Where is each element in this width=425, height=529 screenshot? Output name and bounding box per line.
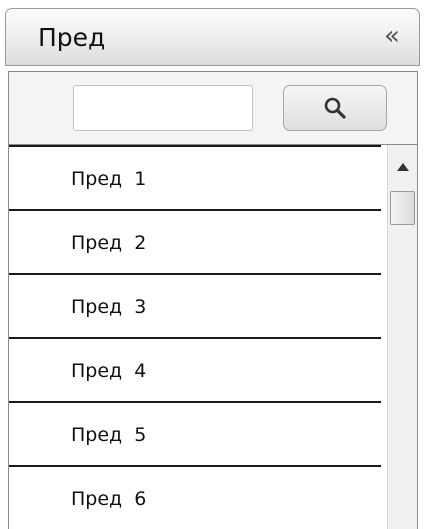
vertical-scrollbar[interactable] (387, 145, 417, 529)
side-panel: Пред « Пред 1 Пред 2 Пред 3 Пред 4 Пред … (0, 0, 425, 529)
list-item[interactable]: Пред 4 (9, 337, 381, 401)
list-item[interactable]: Пред 3 (9, 273, 381, 337)
scroll-thumb[interactable] (390, 191, 415, 225)
collapse-button[interactable]: « (377, 21, 407, 51)
list-item[interactable]: Пред 5 (9, 401, 381, 465)
panel-header: Пред « (5, 8, 420, 66)
panel-title: Пред (38, 23, 106, 52)
list-item-label: Пред 4 (71, 360, 147, 382)
list-item-label: Пред 1 (71, 168, 147, 190)
double-chevron-left-icon: « (384, 21, 400, 51)
scroll-up-button[interactable] (388, 145, 417, 189)
item-list: Пред 1 Пред 2 Пред 3 Пред 4 Пред 5 Пред … (9, 145, 381, 529)
search-button[interactable] (283, 85, 387, 131)
triangle-up-icon (397, 163, 409, 171)
list-item[interactable]: Пред 2 (9, 209, 381, 273)
list-item-label: Пред 3 (71, 296, 147, 318)
list-item-label: Пред 6 (71, 488, 147, 510)
list-item[interactable]: Пред 1 (9, 145, 381, 209)
list-item[interactable]: Пред 6 (9, 465, 381, 529)
list-area: Пред 1 Пред 2 Пред 3 Пред 4 Пред 5 Пред … (8, 145, 418, 529)
list-item-label: Пред 5 (71, 424, 147, 446)
search-input[interactable] (73, 85, 253, 131)
search-icon (324, 97, 346, 119)
search-bar (8, 71, 418, 145)
list-item-label: Пред 2 (71, 232, 147, 254)
